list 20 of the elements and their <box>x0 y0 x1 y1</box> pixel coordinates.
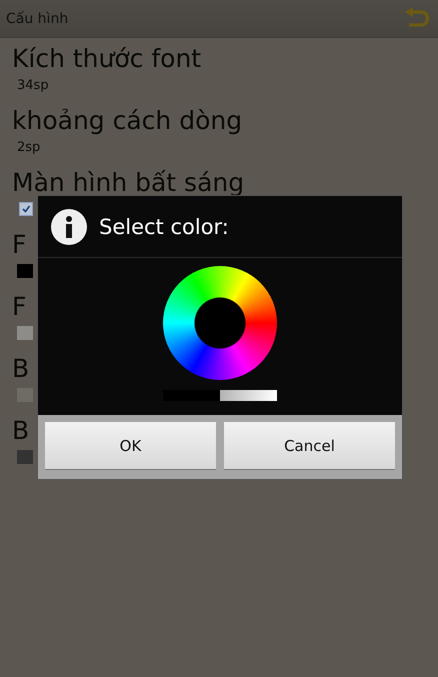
dialog-button[interactable]: OK <box>45 422 216 470</box>
setting-title[interactable]: B <box>12 412 30 450</box>
color-swatch[interactable] <box>17 326 33 340</box>
setting-title[interactable]: B <box>12 350 30 388</box>
setting-title[interactable]: F <box>12 226 26 264</box>
setting-value: 2sp <box>17 140 40 155</box>
info-icon <box>51 208 87 244</box>
dialog-title: Select color: <box>99 214 229 238</box>
undo-icon[interactable] <box>404 8 430 30</box>
setting-title[interactable]: F <box>12 288 26 326</box>
color-swatch[interactable] <box>17 264 33 278</box>
setting-value: 34sp <box>17 78 49 93</box>
screen-title: Cấu hình <box>6 10 68 26</box>
brightness-slider[interactable] <box>163 390 277 401</box>
checkbox[interactable] <box>19 202 33 216</box>
setting-title[interactable]: khoảng cách dòng <box>12 102 242 140</box>
color-swatch[interactable] <box>17 450 33 464</box>
dialog-button[interactable]: Cancel <box>224 422 395 470</box>
setting-title[interactable]: Kích thước font <box>12 40 202 78</box>
check-icon <box>21 204 31 214</box>
